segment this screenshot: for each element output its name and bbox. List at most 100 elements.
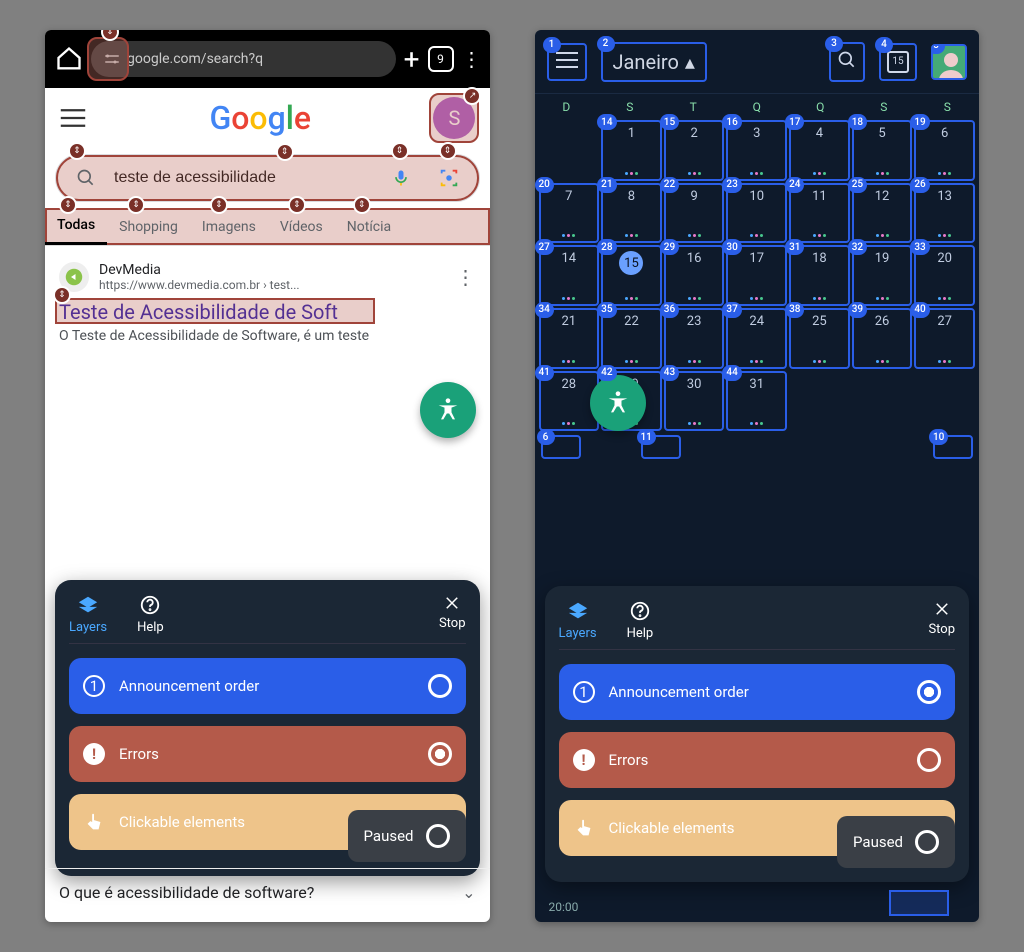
paused-toggle[interactable]: Paused bbox=[348, 810, 466, 862]
calendar-cell[interactable]: 163 bbox=[726, 120, 787, 181]
panel-tab-layers[interactable]: Layers bbox=[69, 594, 107, 635]
calendar-cell[interactable]: 152 bbox=[664, 120, 725, 181]
calendar-cell[interactable]: 3623 bbox=[664, 308, 725, 369]
radio-errors[interactable] bbox=[917, 748, 941, 772]
account-avatar[interactable]: 5 bbox=[931, 44, 967, 80]
search-box[interactable]: ⇕ ⇕ ⇕ ⇕ bbox=[55, 154, 480, 202]
calendar-cell[interactable]: 2613 bbox=[914, 183, 975, 244]
timeline-thumb[interactable] bbox=[889, 890, 949, 916]
month-picker[interactable]: 2 Janeiro ▴ bbox=[601, 42, 707, 82]
hamburger-icon bbox=[555, 51, 579, 69]
account-avatar[interactable]: S ↗ bbox=[433, 97, 475, 139]
panel-stop-button[interactable]: Stop bbox=[928, 600, 955, 641]
radio-announcement[interactable] bbox=[428, 674, 452, 698]
calendar-cell[interactable]: 218 bbox=[601, 183, 662, 244]
calendar-cell[interactable] bbox=[789, 371, 850, 432]
number-one-icon: 1 bbox=[83, 675, 105, 697]
tab-videos[interactable]: ⇕ Vídeos bbox=[268, 208, 335, 245]
radio-announcement[interactable] bbox=[917, 680, 941, 704]
layer-announcement-order[interactable]: 1 Announcement order bbox=[559, 664, 956, 720]
accessibility-fab[interactable] bbox=[420, 382, 476, 438]
google-header: Google S ↗ bbox=[45, 88, 490, 148]
panel-tab-help[interactable]: Help bbox=[627, 600, 654, 641]
calendar-cell[interactable]: 207 bbox=[539, 183, 600, 244]
paused-radio[interactable] bbox=[915, 830, 939, 854]
calendar-cell[interactable]: 3926 bbox=[852, 308, 913, 369]
paused-radio[interactable] bbox=[426, 824, 450, 848]
calendar-cell[interactable]: 4027 bbox=[914, 308, 975, 369]
panel-tab-layers[interactable]: Layers bbox=[559, 600, 597, 641]
tab-all[interactable]: ⇕ Todas bbox=[45, 208, 107, 245]
calendar-cell[interactable]: 3421 bbox=[539, 308, 600, 369]
calendar-cell[interactable]: 2310 bbox=[726, 183, 787, 244]
triangle-up-icon: ▴ bbox=[685, 50, 695, 74]
result-more-icon[interactable]: ⋮ bbox=[456, 265, 476, 289]
url-text: google.com/search?q bbox=[127, 51, 263, 67]
panel-tab-help[interactable]: Help bbox=[137, 594, 164, 635]
calendar-cell[interactable]: 2411 bbox=[789, 183, 850, 244]
calendar-cell[interactable]: 3724 bbox=[726, 308, 787, 369]
phone-chrome-google: ⇕ google.com/search?q + 9 ⋮ Google S ↗ ⇕… bbox=[45, 30, 490, 922]
tap-icon bbox=[83, 811, 105, 833]
calendar-cell[interactable]: 3320 bbox=[914, 245, 975, 306]
search-tabs: ⇕ Todas ⇕ Shopping ⇕ Imagens ⇕ Vídeos ⇕ … bbox=[45, 208, 490, 246]
accessibility-fab[interactable] bbox=[590, 375, 646, 431]
calendar-cell[interactable]: 3219 bbox=[852, 245, 913, 306]
radio-errors[interactable] bbox=[428, 742, 452, 766]
result-site-url: https://www.devmedia.com.br › test... bbox=[99, 278, 300, 292]
calendar-cell[interactable]: 196 bbox=[914, 120, 975, 181]
hamburger-icon[interactable] bbox=[59, 108, 87, 128]
calendar-cell[interactable]: 3522 bbox=[601, 308, 662, 369]
calendar-cell[interactable] bbox=[539, 120, 600, 181]
help-icon bbox=[139, 594, 161, 616]
number-one-icon: 1 bbox=[573, 681, 595, 703]
result-title[interactable]: ⇕ Teste de Acessibilidade de Soft bbox=[59, 300, 476, 324]
calendar-cell[interactable]: 2815 bbox=[601, 245, 662, 306]
search-button[interactable]: 3 bbox=[829, 42, 865, 82]
calendar-cell[interactable]: 4431 bbox=[726, 371, 787, 432]
calendar-cell[interactable] bbox=[914, 371, 975, 432]
calendar-cell[interactable]: 3017 bbox=[726, 245, 787, 306]
layer-errors[interactable]: ! Errors bbox=[69, 726, 466, 782]
calendar-cell[interactable]: 185 bbox=[852, 120, 913, 181]
calendar-cell[interactable] bbox=[852, 371, 913, 432]
close-icon bbox=[443, 594, 461, 612]
layer-announcement-order[interactable]: 1 Announcement order bbox=[69, 658, 466, 714]
overflow-menu-icon[interactable]: ⋮ bbox=[462, 47, 480, 71]
tab-switcher[interactable]: 9 bbox=[428, 46, 454, 72]
today-square-icon: 15 bbox=[887, 51, 909, 73]
chrome-toolbar: ⇕ google.com/search?q + 9 ⋮ bbox=[45, 30, 490, 88]
search-icon[interactable]: ⇕ bbox=[64, 156, 108, 200]
tab-shopping[interactable]: ⇕ Shopping bbox=[107, 208, 190, 245]
hamburger-button[interactable]: 1 bbox=[547, 43, 587, 81]
layers-icon bbox=[567, 600, 589, 622]
paused-toggle[interactable]: Paused bbox=[837, 816, 955, 868]
phone-calendar: 1 2 Janeiro ▴ 3 4 15 5 DSTQQSS 141152163… bbox=[535, 30, 980, 922]
panel-stop-button[interactable]: Stop bbox=[439, 594, 466, 635]
tab-images[interactable]: ⇕ Imagens bbox=[190, 208, 268, 245]
error-icon: ! bbox=[573, 749, 595, 771]
voice-search-icon[interactable]: ⇕ bbox=[379, 156, 423, 200]
search-input[interactable] bbox=[112, 168, 375, 188]
new-tab-button[interactable]: + bbox=[404, 43, 420, 76]
home-icon[interactable] bbox=[55, 45, 83, 73]
calendar-cell[interactable]: 141 bbox=[601, 120, 662, 181]
google-logo[interactable]: Google bbox=[209, 99, 311, 137]
result-snippet: O Teste de Acessibilidade de Software, é… bbox=[59, 328, 476, 344]
calendar-cell[interactable]: 2916 bbox=[664, 245, 725, 306]
calendar-cell[interactable]: 3825 bbox=[789, 308, 850, 369]
lens-icon[interactable]: ⇕ bbox=[427, 156, 471, 200]
calendar-cell[interactable]: 4330 bbox=[664, 371, 725, 432]
calendar-cell[interactable]: 174 bbox=[789, 120, 850, 181]
layer-errors[interactable]: ! Errors bbox=[559, 732, 956, 788]
search-icon bbox=[837, 50, 857, 70]
tab-news[interactable]: ⇕ Notícia bbox=[335, 208, 403, 245]
today-button[interactable]: 4 15 bbox=[879, 43, 917, 81]
calendar-cell[interactable]: 229 bbox=[664, 183, 725, 244]
calendar-cell[interactable]: 2512 bbox=[852, 183, 913, 244]
url-bar[interactable]: ⇕ google.com/search?q bbox=[91, 41, 396, 77]
related-question[interactable]: O que é acessibilidade de software? ⌄ bbox=[45, 868, 490, 916]
calendar-cell[interactable]: 2714 bbox=[539, 245, 600, 306]
calendar-cell[interactable]: 3118 bbox=[789, 245, 850, 306]
search-result[interactable]: DevMedia https://www.devmedia.com.br › t… bbox=[45, 246, 490, 344]
